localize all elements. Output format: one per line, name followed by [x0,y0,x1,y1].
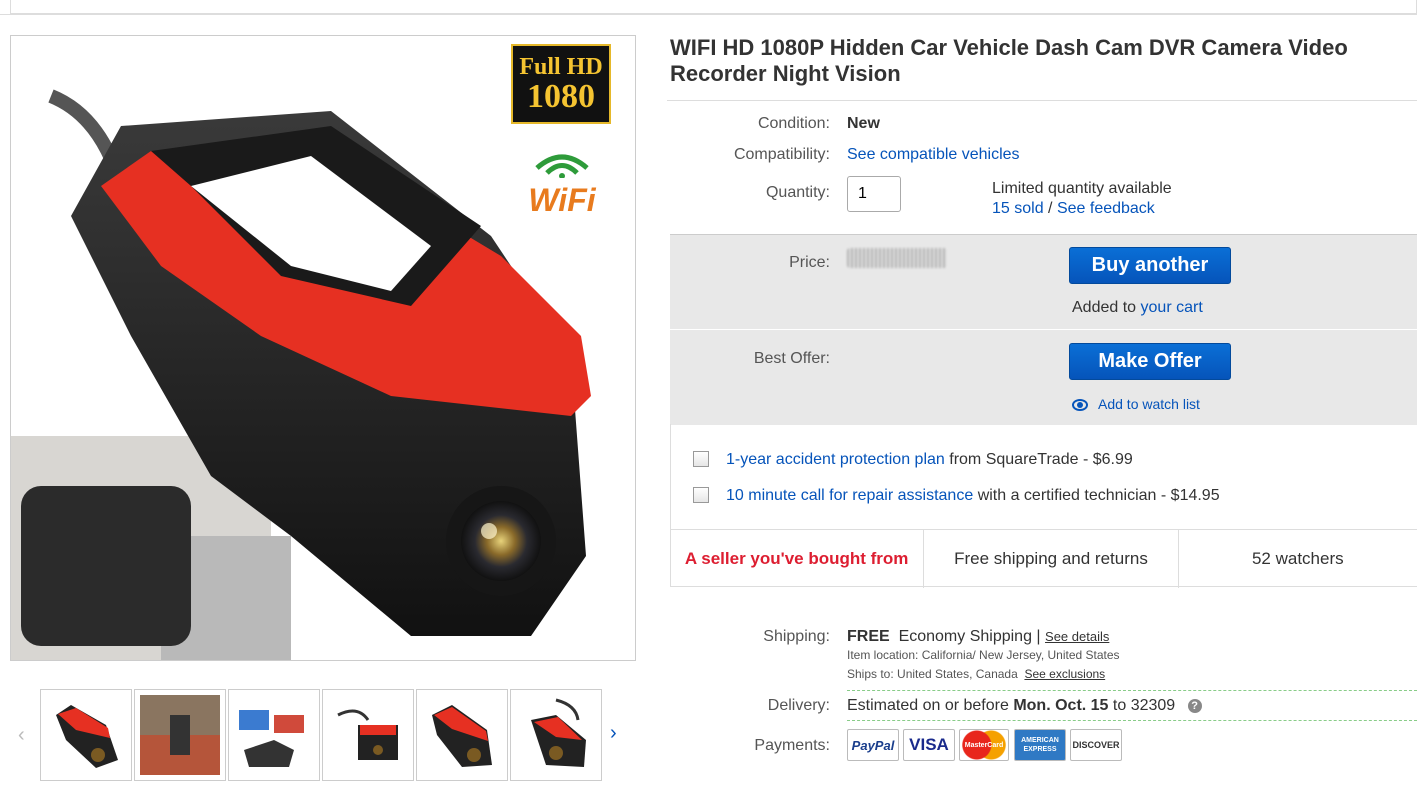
condition-label: Condition: [757,115,830,132]
watch-list-row[interactable]: Add to watch list [1072,396,1200,412]
repair-call-text: with a certified technician - $14.95 [977,487,1220,504]
quantity-input[interactable] [847,176,901,212]
shipping-free: FREE [847,628,890,645]
amex-logo: AMERICAN EXPRESS [1014,729,1066,761]
payments-label: Payments: [754,737,830,754]
thumbnail-image [56,705,118,768]
thumbnail-next-arrow-icon[interactable]: › [610,722,617,745]
shipping-method: Economy Shipping | [898,628,1041,645]
added-to-label: Added to [1072,299,1137,316]
limited-quantity-text: Limited quantity available [992,180,1172,197]
delivery-line: Estimated on or before Mon. Oct. 15 to 3… [847,697,1202,715]
thumbnail-3[interactable] [228,689,320,781]
quantity-label: Quantity: [765,184,830,201]
thumbnail-4[interactable] [322,689,414,781]
added-to-cart-text: Added to your cart [1072,299,1203,317]
thumbnail-prev-arrow-icon[interactable]: ‹ [18,724,25,747]
condition-value: New [847,115,880,132]
mastercard-logo: MasterCard [959,729,1009,761]
discover-logo: DISCOVER [1070,729,1122,761]
protection-plan-checkbox[interactable] [693,451,709,467]
sold-feedback-line: 15 sold / See feedback [992,200,1155,218]
see-feedback-link[interactable]: See feedback [1057,200,1155,217]
thumbnail-2[interactable] [134,689,226,781]
watchers-signal: 52 watchers [1251,549,1344,568]
full-hd-text: Full HD [519,54,603,80]
full-hd-badge: Full HD 1080 [511,44,611,124]
repair-call-checkbox[interactable] [693,487,709,503]
title-divider [667,100,1417,101]
shipping-line: FREE Economy Shipping | See details [847,628,1109,646]
thumbnail-image [531,698,586,767]
wifi-icon [535,154,589,179]
free-shipping-signal: Free shipping and returns [924,530,1179,588]
protection-plan-row: 1-year accident protection plan from Squ… [726,451,1133,469]
your-cart-link[interactable]: your cart [1141,299,1203,316]
product-title: WIFI HD 1080P Hidden Car Vehicle Dash Ca… [670,35,1348,86]
top-bar-frame [10,0,1417,14]
paypal-logo: PayPal [847,729,899,761]
repair-call-row: 10 minute call for repair assistance wit… [726,487,1220,505]
dash-cam-illustration [11,89,591,660]
help-icon[interactable]: ? [1187,698,1202,713]
delivery-prefix: Estimated on or before [847,697,1009,714]
thumbnail-image [432,705,492,767]
shipping-label: Shipping: [763,628,830,645]
thumbnail-5[interactable] [416,689,508,781]
compatible-vehicles-link[interactable]: See compatible vehicles [847,146,1020,164]
best-offer-label: Best Offer: [753,350,830,367]
obscured-price [847,248,947,268]
main-product-image[interactable]: Full HD 1080 WiFi [10,35,636,661]
price-label: Price: [789,254,830,271]
delivery-divider [847,720,1417,721]
delivery-suffix: to 32309 [1112,697,1176,714]
add-to-watch-list-link[interactable]: Add to watch list [1098,396,1200,412]
signals-row: A seller you've bought from Free shippin… [670,529,1417,588]
price-divider [670,329,1417,330]
top-bar [0,0,1417,15]
thumbnail-strip [40,689,604,781]
ships-to-line: Ships to: United States, Canada See excl… [847,667,1105,681]
eye-icon [1072,399,1088,412]
protection-plan-link[interactable]: 1-year accident protection plan [726,451,945,468]
delivery-date: Mon. Oct. 15 [1013,697,1109,714]
delivery-label: Delivery: [767,697,830,714]
resolution-text: 1080 [527,78,595,115]
compatibility-label: Compatibility: [733,146,830,163]
shipping-divider [847,690,1417,691]
thumbnail-image [140,695,220,775]
thumbnail-6[interactable] [510,689,602,781]
see-exclusions-link[interactable]: See exclusions [1024,667,1105,681]
wifi-text: WiFi [528,182,596,218]
thumbnail-1[interactable] [40,689,132,781]
protection-plan-text: from SquareTrade - $6.99 [949,451,1133,468]
repair-call-link[interactable]: 10 minute call for repair assistance [726,487,973,504]
sold-count-link[interactable]: 15 sold [992,200,1044,217]
item-location: Item location: California/ New Jersey, U… [847,648,1120,662]
make-offer-button[interactable]: Make Offer [1069,343,1231,380]
visa-logo: VISA [903,729,955,761]
thumbnail-image [239,710,304,767]
sold-separator: / [1048,200,1053,217]
thumbnail-image [337,709,398,760]
ships-to-text: Ships to: United States, Canada [847,667,1018,681]
buy-another-button[interactable]: Buy another [1069,247,1231,284]
seller-signal: A seller you've bought from [670,530,925,588]
see-details-link[interactable]: See details [1045,629,1109,644]
wifi-badge: WiFi [517,148,607,228]
